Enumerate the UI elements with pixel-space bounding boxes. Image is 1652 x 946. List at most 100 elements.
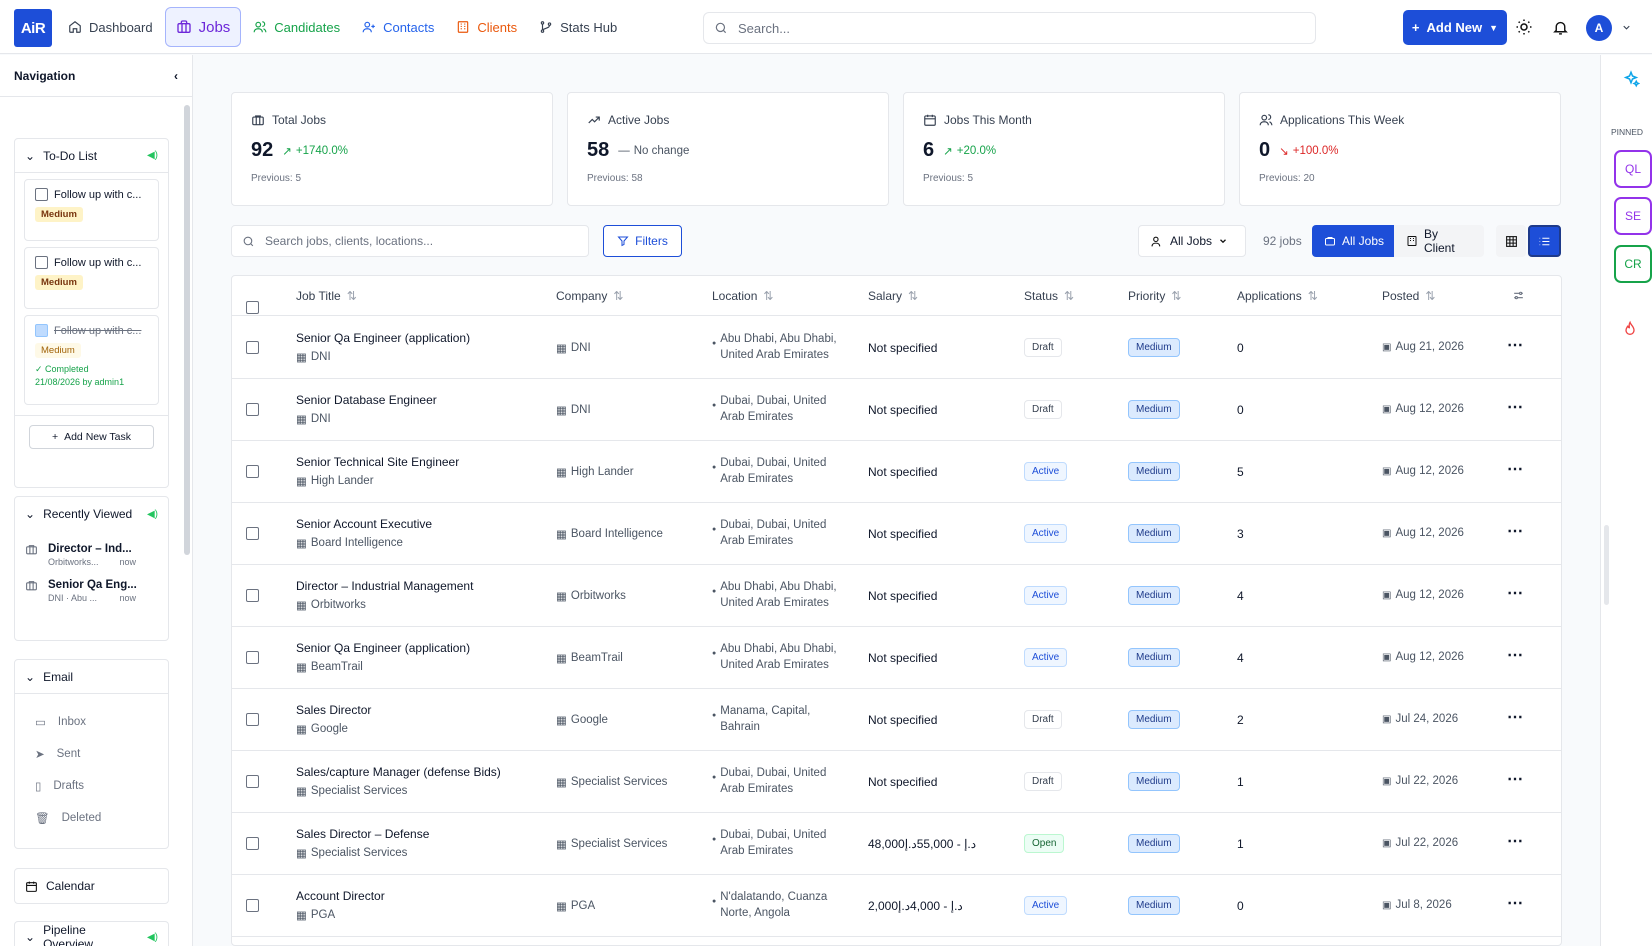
- company-name[interactable]: Orbitworks: [571, 590, 626, 602]
- bell-icon[interactable]: [1550, 17, 1570, 37]
- job-title-link[interactable]: Senior Technical Site Engineer: [296, 455, 459, 469]
- header-company[interactable]: Company ⇅: [556, 289, 623, 303]
- company-name[interactable]: PGA: [571, 900, 595, 912]
- header-status[interactable]: Status ⇅: [1024, 289, 1074, 303]
- job-title-link[interactable]: Senior Account Executive: [296, 517, 432, 531]
- avatar[interactable]: A: [1586, 15, 1612, 41]
- header-job-title[interactable]: Job Title ⇅: [296, 289, 357, 303]
- applications-count[interactable]: 5: [1237, 465, 1244, 479]
- table-row[interactable]: Senior Account Executive ▦ Board Intellige…: [232, 503, 1561, 565]
- more-actions-icon[interactable]: ⋯: [1507, 397, 1523, 417]
- job-title-link[interactable]: Senior Qa Engineer (application): [296, 331, 470, 345]
- todo-header[interactable]: ⌄ To-Do List ◀): [15, 139, 168, 173]
- applications-count[interactable]: 1: [1237, 775, 1244, 789]
- applications-count[interactable]: 2: [1237, 713, 1244, 727]
- sidebar-scrollbar[interactable]: [184, 105, 190, 555]
- todo-checkbox[interactable]: [35, 256, 48, 269]
- todo-item[interactable]: Follow up with c... Medium: [24, 247, 159, 309]
- email-deleted[interactable]: 🗑 Deleted: [15, 802, 168, 834]
- all-jobs-dropdown[interactable]: All Jobs: [1138, 225, 1246, 257]
- nav-contacts[interactable]: Contacts: [352, 7, 444, 47]
- applications-count[interactable]: 4: [1237, 589, 1244, 603]
- filters-button[interactable]: Filters: [603, 225, 682, 257]
- more-actions-icon[interactable]: ⋯: [1507, 707, 1523, 727]
- row-checkbox[interactable]: [246, 403, 259, 416]
- jobs-search[interactable]: [231, 225, 589, 257]
- column-settings-icon[interactable]: [1512, 289, 1525, 302]
- recently-viewed-header[interactable]: ⌄ Recently Viewed ◀): [15, 497, 168, 531]
- nav-stats-hub[interactable]: Stats Hub: [529, 7, 627, 47]
- global-search[interactable]: [703, 12, 1316, 44]
- job-title-link[interactable]: Senior Qa Engineer (application): [296, 641, 470, 655]
- pipeline-card[interactable]: ⌄ Pipeline Overview ◀): [14, 921, 169, 946]
- email-header[interactable]: ⌄ Email: [15, 660, 168, 694]
- applications-count[interactable]: 3: [1237, 527, 1244, 541]
- search-input[interactable]: [738, 20, 1315, 36]
- applications-count[interactable]: 0: [1237, 899, 1244, 913]
- job-title-link[interactable]: Director – Industrial Management: [296, 579, 473, 593]
- flame-icon[interactable]: [1622, 320, 1638, 338]
- more-actions-icon[interactable]: ⋯: [1507, 521, 1523, 541]
- applications-count[interactable]: 1: [1237, 837, 1244, 851]
- todo-checkbox[interactable]: [35, 188, 48, 201]
- table-row[interactable]: Senior Qa Engineer (application) ▦ BeamTra…: [232, 627, 1561, 689]
- job-title-link[interactable]: Senior Database Engineer: [296, 393, 437, 407]
- theme-toggle-sun-icon[interactable]: [1514, 17, 1534, 37]
- company-name[interactable]: Specialist Services: [571, 776, 668, 788]
- more-actions-icon[interactable]: ⋯: [1507, 583, 1523, 603]
- nav-dashboard[interactable]: Dashboard: [58, 7, 163, 47]
- company-name[interactable]: DNI: [571, 342, 591, 354]
- company-name[interactable]: High Lander: [571, 466, 634, 478]
- applications-count[interactable]: 0: [1237, 341, 1244, 355]
- pinned-item-cr[interactable]: CR: [1614, 245, 1652, 283]
- row-checkbox[interactable]: [246, 651, 259, 664]
- recent-item[interactable]: Senior Qa Eng... DNI · Abu ... now: [15, 579, 168, 603]
- table-row[interactable]: Sales Director ▦ Google ▦ Google ● Manama, Cap…: [232, 689, 1561, 751]
- row-checkbox[interactable]: [246, 527, 259, 540]
- header-applications[interactable]: Applications ⇅: [1237, 289, 1318, 303]
- nav-jobs[interactable]: Jobs: [164, 7, 242, 47]
- email-inbox[interactable]: ▭ Inbox: [15, 706, 168, 738]
- applications-count[interactable]: 4: [1237, 651, 1244, 665]
- app-logo[interactable]: AiR: [14, 9, 52, 47]
- more-actions-icon[interactable]: ⋯: [1507, 645, 1523, 665]
- chevron-down-icon[interactable]: [1616, 17, 1636, 37]
- recent-item[interactable]: Director – Ind... Orbitworks... now: [15, 543, 168, 567]
- job-title-link[interactable]: Sales/capture Manager (defense Bids): [296, 765, 501, 779]
- row-checkbox[interactable]: [246, 341, 259, 354]
- row-checkbox[interactable]: [246, 775, 259, 788]
- job-title-link[interactable]: Sales Director – Defense: [296, 827, 429, 841]
- table-row[interactable]: Senior Technical Site Engineer ▦ High Land…: [232, 441, 1561, 503]
- nav-candidates[interactable]: Candidates: [243, 7, 350, 47]
- select-all-checkbox[interactable]: [246, 301, 259, 314]
- row-checkbox[interactable]: [246, 837, 259, 850]
- company-name[interactable]: Google: [571, 714, 608, 726]
- row-checkbox[interactable]: [246, 899, 259, 912]
- table-row[interactable]: Account Director ▦ PGA ▦ PGA ● N'dalatando, Cu…: [232, 875, 1561, 937]
- header-posted[interactable]: Posted ⇅: [1382, 289, 1435, 303]
- more-actions-icon[interactable]: ⋯: [1507, 335, 1523, 355]
- todo-item-completed[interactable]: Follow up with c... Medium ✓ Completed 2…: [24, 315, 159, 405]
- company-name[interactable]: DNI: [571, 404, 591, 416]
- table-row[interactable]: Sales Director – Defense ▦ Specialist Serv…: [232, 813, 1561, 875]
- table-row[interactable]: Director – Industrial Management ▦ Orbitwo…: [232, 565, 1561, 627]
- pinned-item-se[interactable]: SE: [1614, 197, 1652, 235]
- row-checkbox[interactable]: [246, 713, 259, 726]
- view-all-jobs-button[interactable]: All Jobs: [1312, 225, 1397, 257]
- more-actions-icon[interactable]: ⋯: [1507, 893, 1523, 913]
- calendar-card[interactable]: Calendar: [14, 868, 169, 904]
- email-drafts[interactable]: ▯ Drafts: [15, 770, 168, 802]
- company-name[interactable]: Specialist Services: [571, 838, 668, 850]
- jobs-search-input[interactable]: [265, 234, 588, 248]
- applications-count[interactable]: 0: [1237, 403, 1244, 417]
- table-row[interactable]: Senior Database Engineer ▦ DNI ▦ DNI ● Dubai, …: [232, 379, 1561, 441]
- pinned-item-ql[interactable]: QL: [1614, 150, 1652, 188]
- header-salary[interactable]: Salary ⇅: [868, 289, 918, 303]
- add-task-button[interactable]: + Add New Task: [29, 425, 154, 449]
- table-row[interactable]: Sales/capture Manager (defense Bids) ▦ Spe…: [232, 751, 1561, 813]
- job-title-link[interactable]: Sales Director: [296, 703, 371, 717]
- email-sent[interactable]: ➤ Sent: [15, 738, 168, 770]
- collapse-chevron-icon[interactable]: ‹: [174, 69, 178, 83]
- more-actions-icon[interactable]: ⋯: [1507, 769, 1523, 789]
- header-location[interactable]: Location ⇅: [712, 289, 773, 303]
